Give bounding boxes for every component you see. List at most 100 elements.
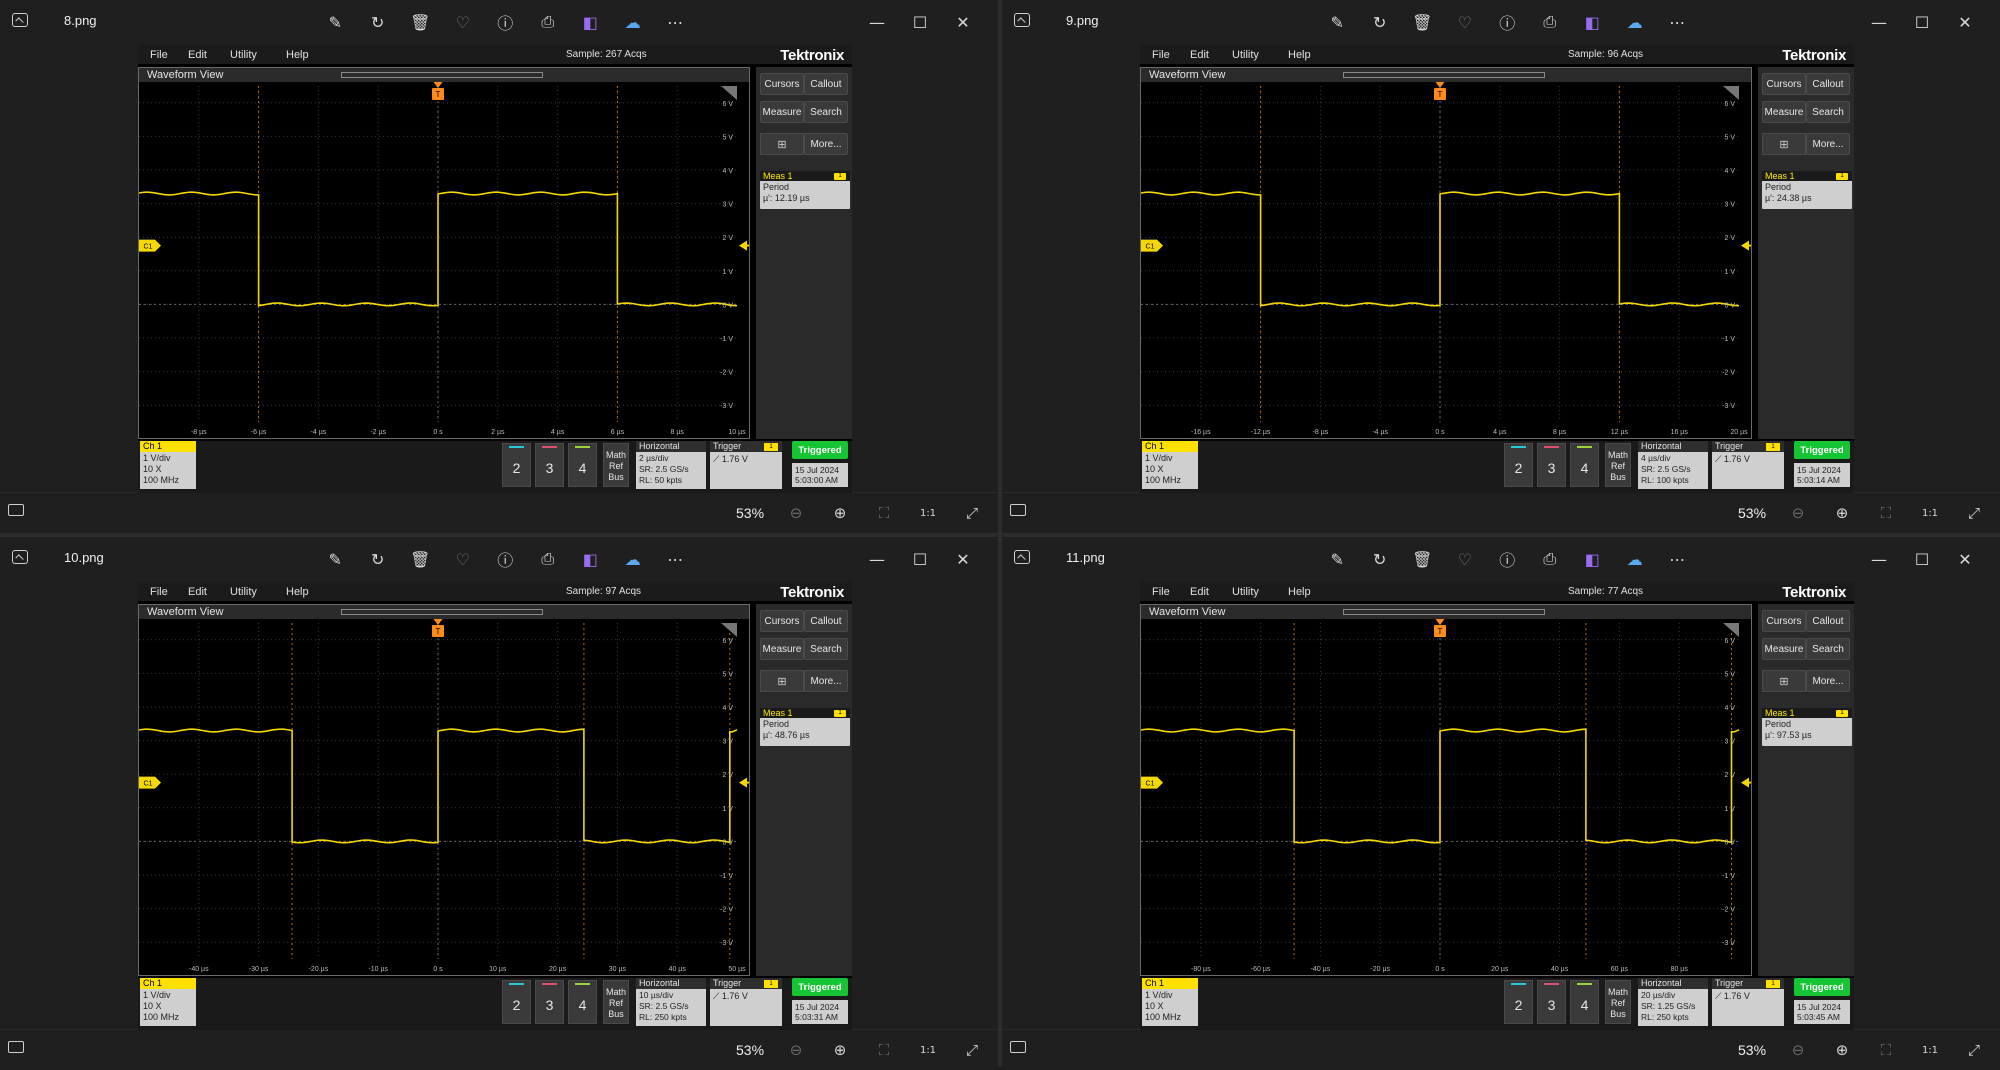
more-icon[interactable]: ⋯ [1656,547,1699,571]
record-view-bar[interactable] [1343,72,1545,78]
scope-menu-item[interactable]: File [1152,586,1170,598]
more-button[interactable]: More... [804,670,848,692]
acquisition-status[interactable]: Triggered [1794,441,1850,459]
maximize-icon[interactable]: ☐ [1899,10,1945,34]
channel-2-button[interactable]: 2 [1504,980,1533,1024]
actual-size-icon[interactable]: 1:1 [913,1038,943,1062]
channel-1-badge[interactable]: Ch 11 V/div 10 X 100 MHz [1142,441,1198,489]
close-icon[interactable]: ✕ [1942,10,1988,34]
actual-size-icon[interactable]: 1:1 [1915,1038,1945,1062]
close-icon[interactable]: ✕ [940,547,986,571]
onedrive-icon[interactable]: ☁ [612,547,655,571]
zoom-in-icon[interactable]: ⊕ [1827,501,1857,525]
scope-menu-item[interactable]: Utility [230,586,257,598]
visual-search-icon[interactable]: ◧ [1571,547,1614,571]
print-icon[interactable]: ⎙ [527,547,570,571]
math-ref-bus-button[interactable]: Math Ref Bus [1605,980,1631,1024]
record-view-bar[interactable] [1343,609,1545,615]
add-widget-icon[interactable]: ⊞ [1762,133,1806,155]
horizontal-badge[interactable]: Horizontal 4 µs/div SR: 2.5 GS/s RL: 100 kp… [1638,441,1708,489]
scope-menu-item[interactable]: Help [1288,586,1311,598]
channel-2-button[interactable]: 2 [1504,443,1533,487]
rotate-icon[interactable]: ↻ [1359,10,1402,34]
filmstrip-icon[interactable] [8,504,24,516]
channel-3-button[interactable]: 3 [1537,443,1566,487]
channel-3-button[interactable]: 3 [1537,980,1566,1024]
acquisition-status[interactable]: Triggered [1794,978,1850,996]
callout-button[interactable]: Callout [1806,73,1850,95]
more-button[interactable]: More... [804,133,848,155]
search-button[interactable]: Search [804,638,848,660]
edit-icon[interactable]: ✎ [1316,547,1359,571]
channel-2-button[interactable]: 2 [502,980,531,1024]
favorite-icon[interactable]: ♡ [1444,547,1487,571]
cursors-button[interactable]: Cursors [1762,73,1806,95]
add-widget-icon[interactable]: ⊞ [760,670,804,692]
zoom-out-icon[interactable]: ⊖ [781,1038,811,1062]
minimize-icon[interactable]: — [1856,547,1902,571]
zoom-in-icon[interactable]: ⊕ [1827,1038,1857,1062]
channel-1-badge[interactable]: Ch 11 V/div 10 X 100 MHz [1142,978,1198,1026]
fullscreen-icon[interactable]: ⤢ [957,1038,987,1062]
onedrive-icon[interactable]: ☁ [1614,547,1657,571]
filmstrip-icon[interactable] [8,1041,24,1053]
onedrive-icon[interactable]: ☁ [1614,10,1657,34]
visual-search-icon[interactable]: ◧ [569,10,612,34]
onedrive-icon[interactable]: ☁ [612,10,655,34]
close-icon[interactable]: ✕ [940,10,986,34]
actual-size-icon[interactable]: 1:1 [1915,501,1945,525]
scope-menu-item[interactable]: File [150,586,168,598]
rotate-icon[interactable]: ↻ [357,547,400,571]
edit-icon[interactable]: ✎ [314,547,357,571]
channel-3-button[interactable]: 3 [535,980,564,1024]
cursors-button[interactable]: Cursors [1762,610,1806,632]
scope-menu-item[interactable]: Help [286,49,309,61]
horizontal-badge[interactable]: Horizontal 2 µs/div SR: 2.5 GS/s RL: 50 kpt… [636,441,706,489]
print-icon[interactable]: ⎙ [1529,547,1572,571]
math-ref-bus-button[interactable]: Math Ref Bus [1605,443,1631,487]
minimize-icon[interactable]: — [854,547,900,571]
fit-window-icon[interactable]: ⛶ [869,501,899,525]
callout-button[interactable]: Callout [804,73,848,95]
maximize-icon[interactable]: ☐ [897,10,943,34]
maximize-icon[interactable]: ☐ [897,547,943,571]
zoom-in-icon[interactable]: ⊕ [825,1038,855,1062]
favorite-icon[interactable]: ♡ [442,10,485,34]
favorite-icon[interactable]: ♡ [442,547,485,571]
waveform-plot[interactable]: 6 V 5 V 4 V 3 V 2 V 1 V 0 V -1 V -2 V -3 V -40 µs -… [139,619,749,975]
waveform-plot[interactable]: 6 V 5 V 4 V 3 V 2 V 1 V 0 V -1 V -2 V -3 V -80 µs -… [1141,619,1751,975]
scope-menu-item[interactable]: Edit [188,49,207,61]
waveform-plot[interactable]: 6 V 5 V 4 V 3 V 2 V 1 V 0 V -1 V -2 V -3 V -8 µs -6… [139,82,749,438]
acquisition-status[interactable]: Triggered [792,441,848,459]
measure-button[interactable]: Measure [1762,101,1806,123]
callout-button[interactable]: Callout [804,610,848,632]
trigger-badge[interactable]: Trigger 1 ⟋ 1.76 V [710,441,782,489]
edit-icon[interactable]: ✎ [1316,10,1359,34]
rotate-icon[interactable]: ↻ [357,10,400,34]
search-button[interactable]: Search [804,101,848,123]
fit-window-icon[interactable]: ⛶ [869,1038,899,1062]
favorite-icon[interactable]: ♡ [1444,10,1487,34]
close-icon[interactable]: ✕ [1942,547,1988,571]
delete-icon[interactable]: 🗑 [1401,10,1444,34]
print-icon[interactable]: ⎙ [527,10,570,34]
scope-menu-item[interactable]: File [1152,49,1170,61]
waveform-plot[interactable]: 6 V 5 V 4 V 3 V 2 V 1 V 0 V -1 V -2 V -3 V -16 µs -… [1141,82,1751,438]
maximize-icon[interactable]: ☐ [1899,547,1945,571]
more-icon[interactable]: ⋯ [1656,10,1699,34]
filmstrip-icon[interactable] [1010,1041,1026,1053]
trigger-badge[interactable]: Trigger 1 ⟋ 1.76 V [1712,441,1784,489]
scope-menu-item[interactable]: Help [286,586,309,598]
zoom-out-icon[interactable]: ⊖ [781,501,811,525]
measurement-badge[interactable]: Meas 1 1 Period µ': 48.76 µs [760,708,850,746]
channel-4-button[interactable]: 4 [1570,980,1599,1024]
math-ref-bus-button[interactable]: Math Ref Bus [603,980,629,1024]
print-icon[interactable]: ⎙ [1529,10,1572,34]
cursors-button[interactable]: Cursors [760,73,804,95]
search-button[interactable]: Search [1806,101,1850,123]
acquisition-status[interactable]: Triggered [792,978,848,996]
scope-menu-item[interactable]: Utility [1232,49,1259,61]
scope-menu-item[interactable]: File [150,49,168,61]
scope-menu-item[interactable]: Edit [1190,49,1209,61]
zoom-in-icon[interactable]: ⊕ [825,501,855,525]
